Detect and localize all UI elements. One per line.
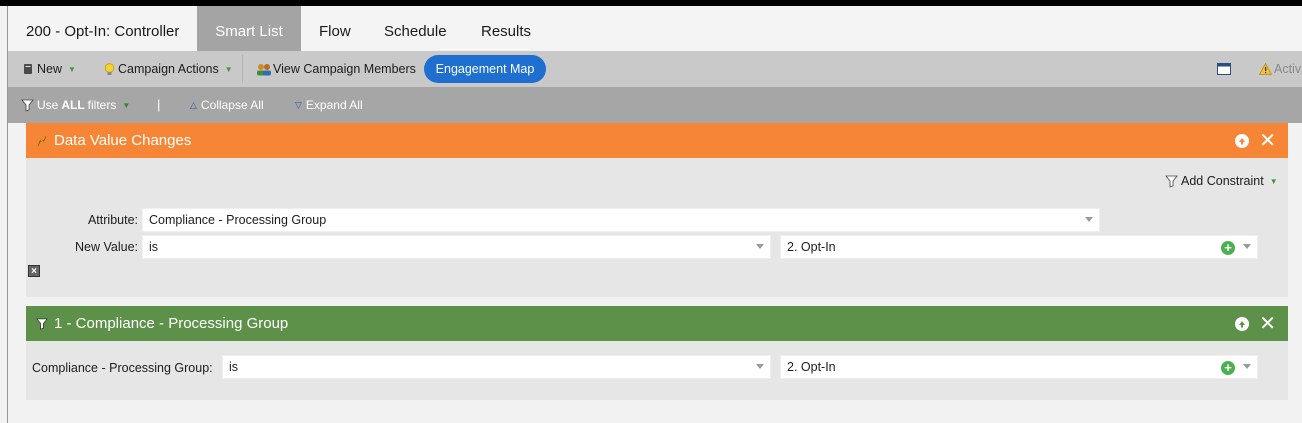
tab-smart-list[interactable]: Smart List xyxy=(197,6,301,51)
move-up-icon[interactable] xyxy=(1235,133,1250,148)
operator-select[interactable]: is xyxy=(142,235,771,259)
collapse-all-label: Collapse All xyxy=(200,98,264,112)
window-toggle-button[interactable] xyxy=(1217,51,1231,87)
add-value-icon[interactable]: + xyxy=(1221,241,1235,255)
filter-title: 1 - Compliance - Processing Group xyxy=(54,315,289,332)
add-constraint-menu[interactable]: Add Constraint ▼ xyxy=(1165,174,1278,188)
new-document-icon xyxy=(24,64,32,74)
campaign-toolbar: New ▼ Campaign Actions ▼ View Campaign M… xyxy=(8,51,1302,87)
trigger-header-actions: ✕ xyxy=(1235,123,1276,158)
compliance-value-select[interactable]: 2. Opt-In + xyxy=(780,355,1258,379)
campaign-window: 200 - Opt-In: Controller Smart List Flow… xyxy=(8,6,1302,423)
collapse-all-button[interactable]: △ Collapse All xyxy=(190,87,264,123)
chevron-down-icon: ▼ xyxy=(224,64,233,74)
add-value-icon[interactable]: + xyxy=(1221,361,1235,375)
value-select-value: 2. Opt-In xyxy=(787,240,836,254)
engagement-map-button[interactable]: Engagement Map xyxy=(424,55,546,83)
new-menu[interactable]: New ▼ xyxy=(23,51,76,87)
trigger-header[interactable]: Data Value Changes ✕ xyxy=(26,123,1288,158)
chevron-down-icon: ▼ xyxy=(1269,176,1278,186)
campaign-actions-menu[interactable]: Campaign Actions ▼ xyxy=(104,51,233,87)
filter-filters-label: filters xyxy=(87,98,117,112)
filter-header-actions: ✕ xyxy=(1235,306,1276,341)
move-up-icon[interactable] xyxy=(1235,316,1250,331)
new-value-label: New Value: xyxy=(75,240,138,254)
filter-header[interactable]: 1 - Compliance - Processing Group ✕ xyxy=(26,306,1288,341)
filter-compliance-processing-group: 1 - Compliance - Processing Group ✕ Comp… xyxy=(26,306,1288,400)
campaign-actions-label: Campaign Actions xyxy=(118,62,219,76)
compliance-operator-select[interactable]: is xyxy=(222,355,771,379)
chevron-down-icon xyxy=(756,364,764,369)
tab-bar: 200 - Opt-In: Controller Smart List Flow… xyxy=(8,6,1302,51)
tab-results[interactable]: Results xyxy=(463,6,549,51)
view-campaign-members-label: View Campaign Members xyxy=(273,62,416,76)
attribute-label: Attribute: xyxy=(87,213,138,227)
operator-select-value: is xyxy=(149,240,159,254)
funnel-icon xyxy=(1165,175,1178,188)
add-constraint-label: Add Constraint xyxy=(1181,174,1264,188)
people-icon xyxy=(257,63,271,75)
filter-logic-menu[interactable]: Use ALL filters ▼ xyxy=(21,87,130,123)
collapse-icon: △ xyxy=(190,99,197,110)
filter-bar-separator: | xyxy=(157,97,161,112)
warning-icon xyxy=(1259,63,1272,75)
attribute-select-value: Compliance - Processing Group xyxy=(149,213,327,227)
value-select[interactable]: 2. Opt-In + xyxy=(780,235,1258,259)
chevron-down-icon: ▼ xyxy=(68,64,76,74)
remove-constraint-icon[interactable]: × xyxy=(28,265,40,277)
funnel-icon xyxy=(36,318,48,330)
chevron-down-icon xyxy=(1243,244,1251,249)
window-icon xyxy=(1217,63,1231,75)
tab-campaign-name[interactable]: 200 - Opt-In: Controller xyxy=(8,6,197,51)
attribute-select[interactable]: Compliance - Processing Group xyxy=(142,208,1100,232)
remove-trigger-icon[interactable]: ✕ xyxy=(1259,131,1276,151)
chevron-down-icon xyxy=(1085,217,1093,222)
view-campaign-members-button[interactable]: View Campaign Members xyxy=(256,51,416,87)
toolbar-divider xyxy=(242,55,243,83)
lightbulb-icon xyxy=(104,62,115,75)
compliance-field-label: Compliance - Processing Group: xyxy=(32,361,213,375)
trigger-bolt-icon xyxy=(36,135,48,147)
tab-schedule[interactable]: Schedule xyxy=(366,6,465,51)
remove-filter-icon[interactable]: ✕ xyxy=(1259,314,1276,334)
compliance-operator-value: is xyxy=(229,360,239,374)
chevron-down-icon xyxy=(1243,364,1251,369)
campaign-status-label: Activ xyxy=(1274,62,1302,76)
trigger-title: Data Value Changes xyxy=(54,132,192,149)
campaign-status: Activ xyxy=(1259,51,1301,87)
expand-icon: ▽ xyxy=(295,99,302,110)
chevron-down-icon xyxy=(756,244,764,249)
compliance-value: 2. Opt-In xyxy=(787,360,836,374)
chevron-down-icon: ▼ xyxy=(122,100,131,110)
expand-all-button[interactable]: ▽ Expand All xyxy=(295,87,363,123)
funnel-icon xyxy=(21,99,34,112)
smart-list-filter-bar: Use ALL filters ▼ | △ Collapse All ▽ Exp… xyxy=(8,87,1302,123)
tab-flow[interactable]: Flow xyxy=(301,6,369,51)
filter-use-label: Use xyxy=(37,98,59,112)
trigger-data-value-changes: Data Value Changes ✕ Add Constraint ▼ At… xyxy=(26,123,1288,297)
new-menu-label: New xyxy=(37,62,63,76)
expand-all-label: Expand All xyxy=(305,98,363,112)
filter-all-label: ALL xyxy=(61,98,85,112)
